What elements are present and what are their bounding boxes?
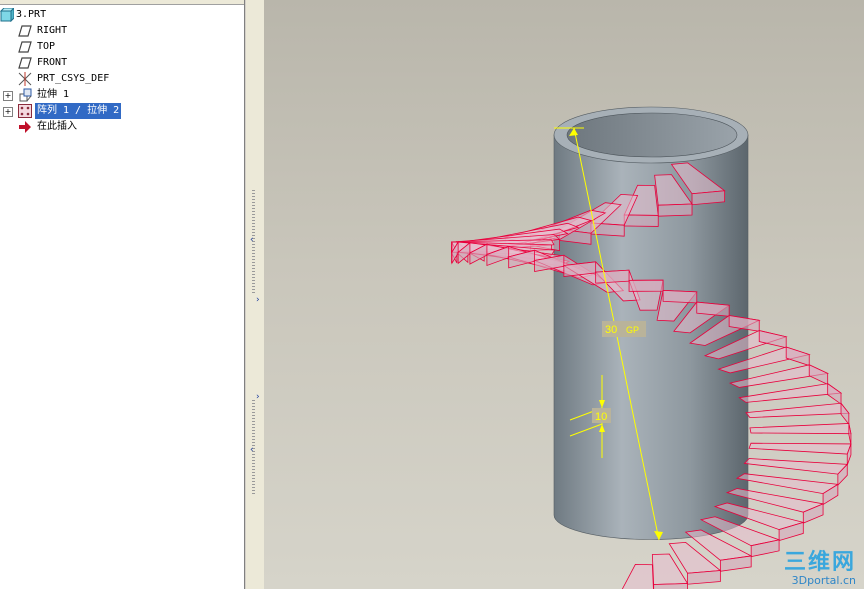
watermark-title: 三维网 <box>783 550 856 575</box>
stair-step-riser[interactable] <box>848 423 852 445</box>
tree-item-label: PRT_CSYS_DEF <box>37 73 110 84</box>
step-dimension-value[interactable]: 10 <box>595 411 607 423</box>
tree-item-label-selected: 阵列 1 / 拉伸 2 <box>35 103 122 119</box>
height-dimension-unit: GP <box>626 325 639 335</box>
collapse-left-icon[interactable]: ‹ <box>250 446 258 455</box>
stair-step-top[interactable] <box>743 458 849 475</box>
stair-step-riser[interactable] <box>840 402 850 426</box>
expand-right-icon[interactable]: › <box>256 393 264 402</box>
datum-plane-icon <box>18 24 32 38</box>
stair-step-riser[interactable] <box>628 279 664 292</box>
extrude-icon <box>18 88 32 102</box>
datum-plane-icon <box>18 40 32 54</box>
coordinate-system-icon <box>18 72 32 86</box>
graphics-viewport[interactable]: 30 GP 10 三维网 3Dportal.cn <box>264 0 864 589</box>
stair-step-top[interactable] <box>749 423 852 435</box>
tree-item-label: 拉伸 1 <box>37 89 70 100</box>
stair-step-top[interactable] <box>738 383 843 403</box>
expand-right-icon[interactable]: › <box>256 296 264 305</box>
stair-step-riser[interactable] <box>653 583 688 589</box>
stair-step-top[interactable] <box>735 473 840 495</box>
watermark-logo: 三维网 3Dportal.cn <box>784 551 856 587</box>
tree-root-label: 3.PRT <box>16 9 47 20</box>
model-tree-panel: 3.PRT RIGHT TOP FRONT PRT_CSYS_DEF + 拉伸 … <box>0 0 245 589</box>
stair-step-riser[interactable] <box>758 330 787 349</box>
insert-here-arrow-icon <box>18 120 32 134</box>
stair-step-top[interactable] <box>745 402 850 419</box>
tree-item-label: TOP <box>37 41 56 52</box>
stair-step-riser[interactable] <box>595 269 630 284</box>
tree-item-label: RIGHT <box>37 25 68 36</box>
datum-plane-icon <box>18 56 32 70</box>
panel-splitter[interactable]: ‹ › › ‹ <box>245 0 265 589</box>
part-icon <box>0 6 16 23</box>
pattern-icon <box>18 104 32 118</box>
stair-step-riser[interactable] <box>827 382 842 405</box>
stair-step-top[interactable] <box>620 563 654 589</box>
stair-step-riser[interactable] <box>687 570 721 585</box>
height-dimension-value[interactable]: 30 <box>605 324 617 336</box>
watermark-url: 3Dportal.cn <box>791 574 856 587</box>
tree-item-label: 在此插入 <box>37 121 77 132</box>
stair-step-riser[interactable] <box>785 346 810 367</box>
stair-step-riser[interactable] <box>657 203 693 217</box>
tree-item-label: FRONT <box>37 57 68 68</box>
stair-step-riser[interactable] <box>808 364 829 386</box>
collapse-left-icon[interactable]: ‹ <box>250 236 258 245</box>
model-tree-header <box>0 0 244 5</box>
stair-step-riser[interactable] <box>662 289 698 304</box>
stair-step-riser[interactable] <box>623 214 659 227</box>
stair-step-top[interactable] <box>748 442 852 455</box>
model-scene[interactable]: 30 GP 10 <box>264 0 864 589</box>
expand-icon[interactable]: + <box>3 91 13 101</box>
expand-icon[interactable]: + <box>3 107 13 117</box>
